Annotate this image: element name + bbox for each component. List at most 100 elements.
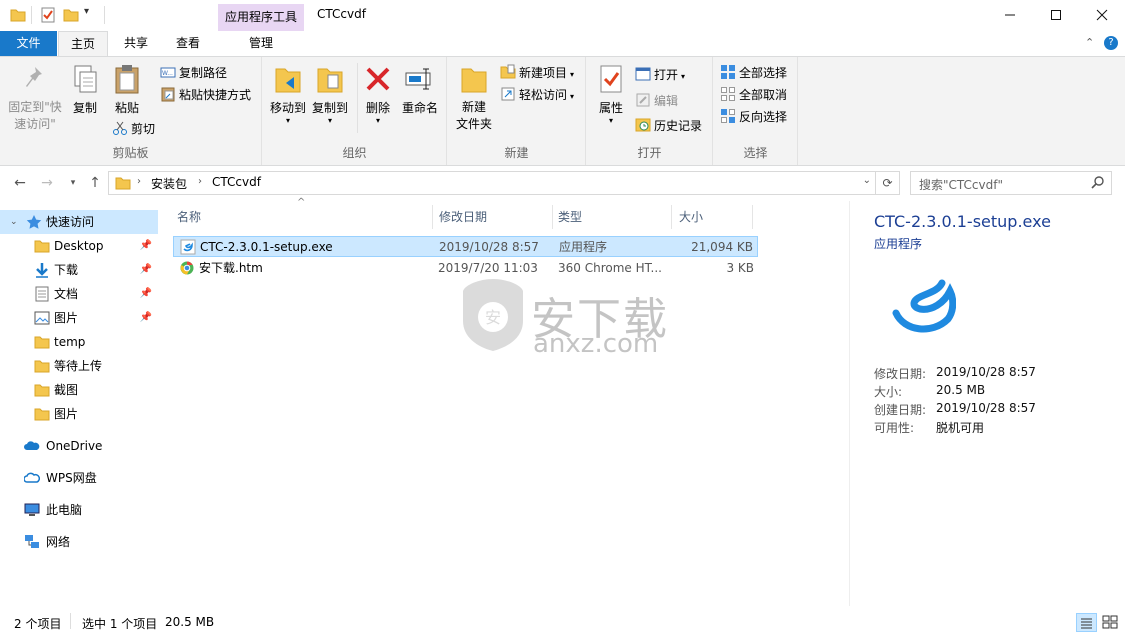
maximize-button[interactable] bbox=[1033, 0, 1079, 31]
easy-access-button[interactable]: 轻松访问 ▾ bbox=[500, 85, 574, 105]
help-icon[interactable]: ? bbox=[1104, 36, 1118, 50]
close-button[interactable] bbox=[1079, 0, 1125, 31]
preview-label: 修改日期: bbox=[874, 367, 927, 381]
search-box[interactable]: 搜索"CTCcvdf" bbox=[910, 171, 1112, 195]
breadcrumb-separator-icon: › bbox=[137, 176, 141, 187]
delete-button[interactable]: 删除 ▾ bbox=[361, 63, 395, 125]
table-row[interactable]: CTC-2.3.0.1-setup.exe 2019/10/28 8:57 应用… bbox=[173, 236, 758, 257]
new-group-label: 新建 bbox=[504, 146, 529, 160]
column-header-size[interactable]: 大小 bbox=[667, 205, 753, 229]
copy-to-button[interactable]: 复制到 ▾ bbox=[309, 63, 351, 125]
select-none-label: 全部取消 bbox=[739, 88, 788, 102]
new-folder-icon[interactable] bbox=[63, 7, 79, 23]
minimize-button[interactable] bbox=[987, 0, 1033, 31]
address-history-dropdown-icon[interactable]: ⌄ bbox=[863, 175, 871, 186]
sidebar-item-this-pc[interactable]: 此电脑 bbox=[0, 498, 158, 522]
preview-value: 20.5 MB bbox=[936, 383, 986, 397]
new-folder-button[interactable]: 新建 文件夹 bbox=[452, 63, 496, 133]
details-view-button[interactable] bbox=[1076, 613, 1097, 632]
sidebar-item-quick-access[interactable]: ⌄ 快速访问 bbox=[0, 210, 158, 234]
search-icon[interactable] bbox=[1091, 175, 1105, 192]
customize-quick-access-icon[interactable]: ▾ bbox=[84, 6, 89, 17]
breadcrumb-item[interactable]: CTCcvdf bbox=[212, 175, 261, 189]
navigation-pane: ⌄ 快速访问 Desktop 📌 下载 📌 文档 📌 图片 📌 temp 等待上… bbox=[0, 201, 160, 606]
sidebar-item-pending-upload[interactable]: 等待上传 bbox=[0, 354, 158, 378]
back-button[interactable]: ← bbox=[11, 174, 29, 192]
large-icons-view-button[interactable] bbox=[1100, 613, 1121, 632]
properties-label: 属性 bbox=[598, 101, 623, 115]
sidebar-item-network[interactable]: 网络 bbox=[0, 530, 158, 554]
delete-label: 删除 bbox=[365, 101, 390, 115]
sidebar-item-onedrive[interactable]: OneDrive bbox=[0, 434, 158, 458]
select-none-button[interactable]: 全部取消 bbox=[720, 85, 787, 105]
paste-shortcut-button[interactable]: 粘贴快捷方式 bbox=[160, 85, 251, 105]
tab-home[interactable]: 主页 bbox=[58, 31, 108, 57]
tab-view[interactable]: 查看 bbox=[165, 31, 211, 56]
search-input[interactable]: 搜索"CTCcvdf" bbox=[919, 176, 1003, 193]
open-button[interactable]: 打开 ▾ bbox=[635, 65, 685, 85]
properties-button[interactable]: 属性 ▾ bbox=[591, 63, 631, 125]
sidebar-item-screenshots[interactable]: 截图 bbox=[0, 378, 158, 402]
paste-button[interactable]: 粘贴 bbox=[108, 63, 146, 117]
preview-label: 大小: bbox=[874, 385, 903, 399]
copy-button[interactable]: 复制 bbox=[66, 63, 104, 117]
collapse-ribbon-icon[interactable]: ⌃ bbox=[1085, 36, 1094, 49]
dropdown-arrow-icon: ▾ bbox=[681, 72, 686, 81]
select-all-button[interactable]: 全部选择 bbox=[720, 63, 787, 83]
open-icon bbox=[635, 66, 651, 82]
edit-icon bbox=[635, 92, 651, 108]
new-folder-label: 新建 文件夹 bbox=[455, 100, 492, 131]
preview-pane: CTC-2.3.0.1-setup.exe 应用程序 修改日期: 2019/10… bbox=[849, 201, 1125, 606]
new-item-button[interactable]: 新建项目 ▾ bbox=[500, 63, 574, 83]
svg-text:安: 安 bbox=[485, 308, 501, 327]
address-bar[interactable]: › 安装包 › CTCcvdf ⌄ bbox=[108, 171, 876, 195]
history-label: 历史记录 bbox=[654, 119, 703, 133]
up-button[interactable]: ↑ bbox=[86, 174, 104, 192]
edit-button[interactable]: 编辑 bbox=[635, 91, 678, 111]
new-folder-icon bbox=[458, 63, 490, 95]
history-button[interactable]: 历史记录 bbox=[635, 116, 702, 136]
edit-label: 编辑 bbox=[654, 94, 679, 108]
chevron-down-icon[interactable]: ⌄ bbox=[10, 210, 18, 234]
tab-share[interactable]: 共享 bbox=[113, 31, 159, 56]
sidebar-item-wps-drive[interactable]: WPS网盘 bbox=[0, 466, 158, 490]
sidebar-item-documents[interactable]: 文档 📌 bbox=[0, 282, 158, 306]
sidebar-item-pictures-folder[interactable]: 图片 bbox=[0, 402, 158, 426]
select-group: 全部选择 全部取消 反向选择 选择 bbox=[714, 57, 798, 165]
copy-path-button[interactable]: W... 复制路径 bbox=[160, 63, 227, 83]
cloud-icon bbox=[23, 470, 41, 486]
column-header-type[interactable]: 类型 bbox=[546, 205, 672, 229]
separator bbox=[104, 6, 105, 24]
separator bbox=[31, 6, 32, 24]
status-item-count: 2 个项目 bbox=[14, 617, 62, 631]
breadcrumb-item[interactable]: 安装包 bbox=[151, 175, 187, 192]
refresh-button[interactable]: ⟳ bbox=[876, 171, 900, 195]
pin-icon: 📌 bbox=[139, 240, 152, 251]
sidebar-item-pictures[interactable]: 图片 📌 bbox=[0, 306, 158, 330]
sidebar-item-label: 下载 bbox=[54, 263, 79, 277]
folder-icon bbox=[34, 406, 50, 422]
sidebar-item-downloads[interactable]: 下载 📌 bbox=[0, 258, 158, 282]
new-group: 新建 文件夹 新建项目 ▾ 轻松访问 ▾ 新建 bbox=[448, 57, 586, 165]
cut-button[interactable]: 剪切 bbox=[112, 119, 155, 139]
network-icon bbox=[24, 534, 40, 550]
pin-icon: 📌 bbox=[139, 264, 152, 275]
tab-file[interactable]: 文件 bbox=[0, 31, 57, 56]
folder-icon bbox=[34, 238, 50, 254]
properties-check-icon[interactable] bbox=[40, 7, 56, 23]
separator bbox=[70, 613, 71, 629]
folder-icon bbox=[115, 175, 131, 194]
pin-quick-access-button[interactable]: 固定到"快速访问" bbox=[4, 63, 66, 133]
column-header-date[interactable]: 修改日期 bbox=[427, 205, 553, 229]
forward-button[interactable]: → bbox=[38, 174, 56, 192]
column-header-name[interactable]: 名称 bbox=[165, 205, 433, 229]
recent-locations-button[interactable]: ▾ bbox=[64, 174, 82, 192]
rename-button[interactable]: 重命名 bbox=[399, 63, 441, 117]
preview-app-icon bbox=[890, 279, 957, 342]
sidebar-item-desktop[interactable]: Desktop 📌 bbox=[0, 234, 158, 258]
sidebar-item-temp[interactable]: temp bbox=[0, 330, 158, 354]
invert-selection-button[interactable]: 反向选择 bbox=[720, 107, 787, 127]
status-bar: 2 个项目 选中 1 个项目 20.5 MB bbox=[0, 610, 1125, 635]
tab-manage[interactable]: 管理 bbox=[218, 31, 304, 56]
move-to-button[interactable]: 移动到 ▾ bbox=[267, 63, 309, 125]
